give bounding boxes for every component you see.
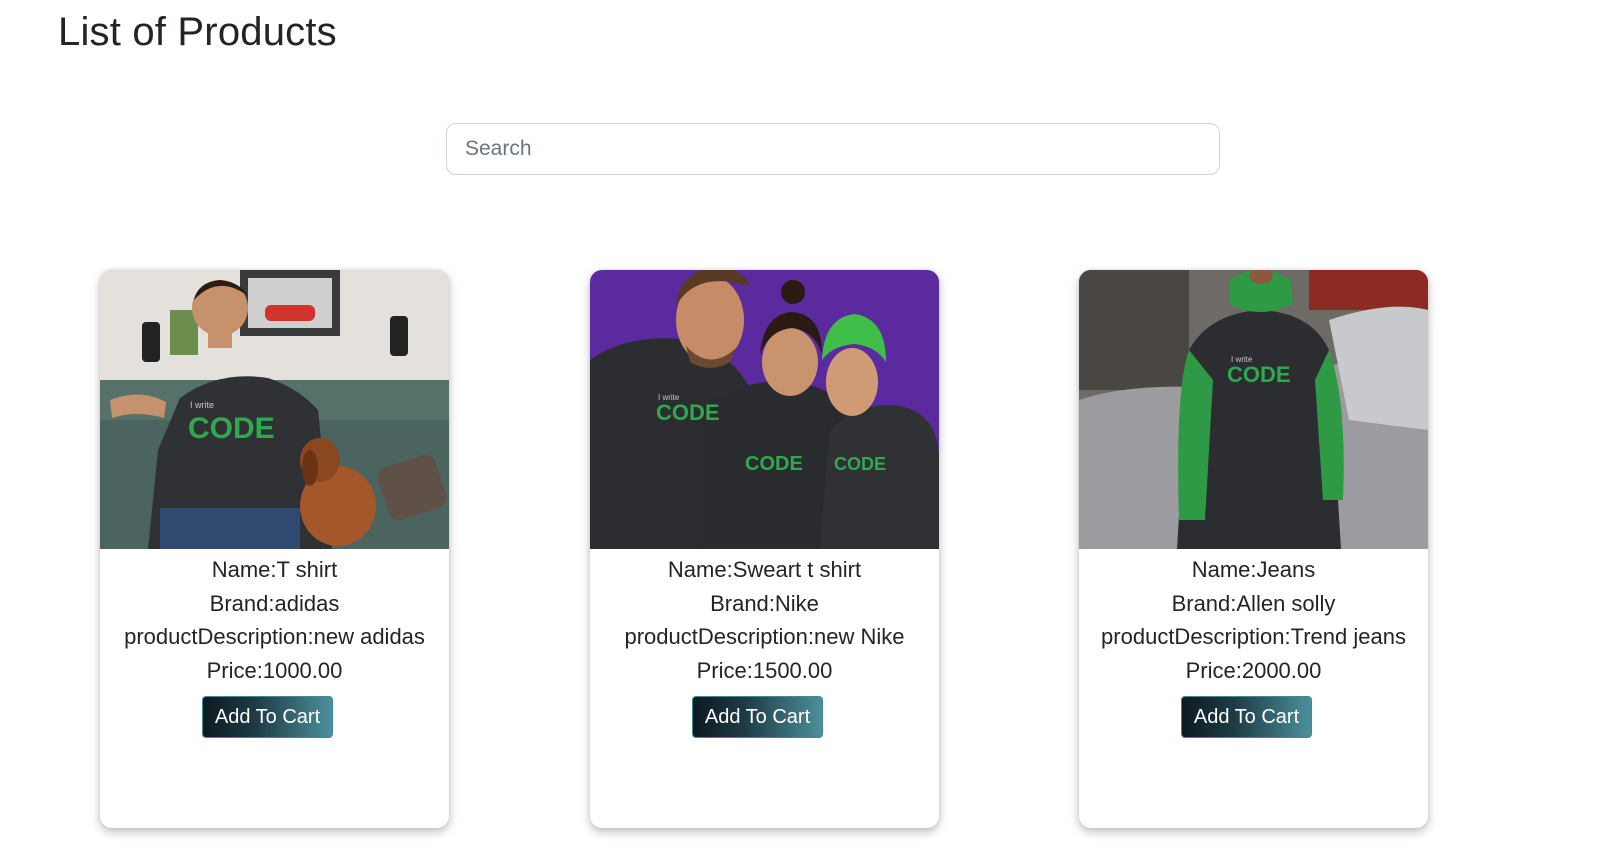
product-brand: Brand:adidas — [209, 590, 340, 616]
product-description: productDescription:Trend jeans — [1101, 624, 1406, 649]
search-bar — [446, 123, 1220, 175]
add-to-cart-button[interactable]: Add To Cart — [1180, 696, 1313, 738]
svg-text:CODE: CODE — [745, 453, 803, 475]
product-image[interactable]: I write CODE — [1079, 270, 1428, 549]
product-card: I write CODE CODE CODE Name:Sweart t shi… — [590, 270, 939, 828]
svg-text:I write: I write — [190, 400, 214, 410]
search-input[interactable] — [446, 123, 1220, 175]
code-print-text: CODE — [188, 412, 275, 445]
product-card: I write CODE Name:T shirt Brand:adidas p… — [100, 270, 449, 828]
product-price: Price:1000.00 — [206, 657, 343, 683]
svg-text:CODE: CODE — [834, 454, 886, 474]
product-card: I write CODE Name:Jeans Brand:Allen soll… — [1079, 270, 1428, 828]
product-name: Name:Sweart t shirt — [667, 557, 862, 582]
product-image[interactable]: I write CODE CODE CODE — [590, 270, 939, 549]
code-print-text: CODE — [656, 400, 720, 425]
product-brand: Brand:Allen solly — [1171, 590, 1336, 616]
product-name: Name:T shirt — [211, 557, 338, 582]
add-to-cart-button[interactable]: Add To Cart — [691, 696, 824, 738]
code-print-text: CODE — [1227, 362, 1291, 387]
product-description: productDescription:new Nike — [624, 624, 905, 649]
add-to-cart-button[interactable]: Add To Cart — [201, 696, 334, 738]
product-price: Price:2000.00 — [1185, 657, 1322, 683]
product-image[interactable]: I write CODE — [100, 270, 449, 549]
product-description: productDescription:new adidas — [124, 624, 425, 649]
page-title: List of Products — [58, 10, 337, 54]
product-brand: Brand:Nike — [710, 590, 819, 616]
product-price: Price:1500.00 — [696, 657, 833, 683]
product-name: Name:Jeans — [1191, 557, 1316, 582]
